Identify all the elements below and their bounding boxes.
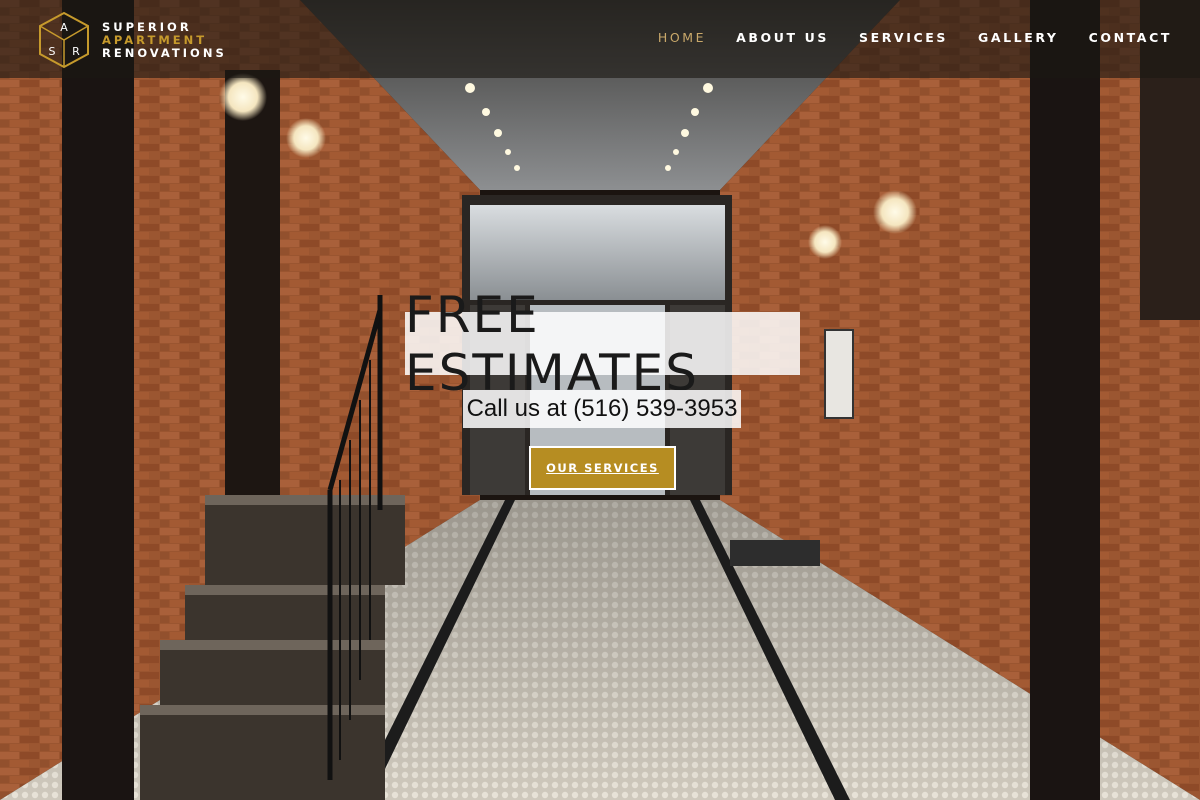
- our-services-button[interactable]: OUR SERVICES: [529, 446, 676, 490]
- brand-logo[interactable]: A S R SUPERIOR APARTMENT RENOVATIONS: [38, 11, 238, 69]
- nav-item-home[interactable]: HOME: [658, 28, 706, 47]
- hero-phone-line: Call us at (516) 539-3953: [463, 390, 741, 428]
- main-nav: HOME ABOUT US SERVICES GALLERY CONTACT: [628, 28, 1172, 47]
- logo-monogram-a: A: [60, 21, 68, 34]
- cube-monogram-icon: A S R: [39, 11, 89, 69]
- hero-title: FREE ESTIMATES: [405, 286, 800, 402]
- logo-monogram-r: R: [72, 45, 80, 58]
- brand-line-3: RENOVATIONS: [102, 45, 227, 60]
- nav-item-about-us[interactable]: ABOUT US: [736, 28, 829, 47]
- nav-item-gallery[interactable]: GALLERY: [978, 28, 1059, 47]
- logo-monogram-s: S: [49, 45, 56, 58]
- brand-line-1: SUPERIOR: [102, 19, 192, 34]
- site-header: A S R SUPERIOR APARTMENT RENOVATIONS HOM…: [0, 0, 1200, 78]
- brand-line-2: APARTMENT: [102, 32, 208, 47]
- nav-item-services[interactable]: SERVICES: [859, 28, 948, 47]
- brand-name: SUPERIOR APARTMENT RENOVATIONS: [102, 19, 227, 60]
- nav-item-contact[interactable]: CONTACT: [1089, 28, 1172, 47]
